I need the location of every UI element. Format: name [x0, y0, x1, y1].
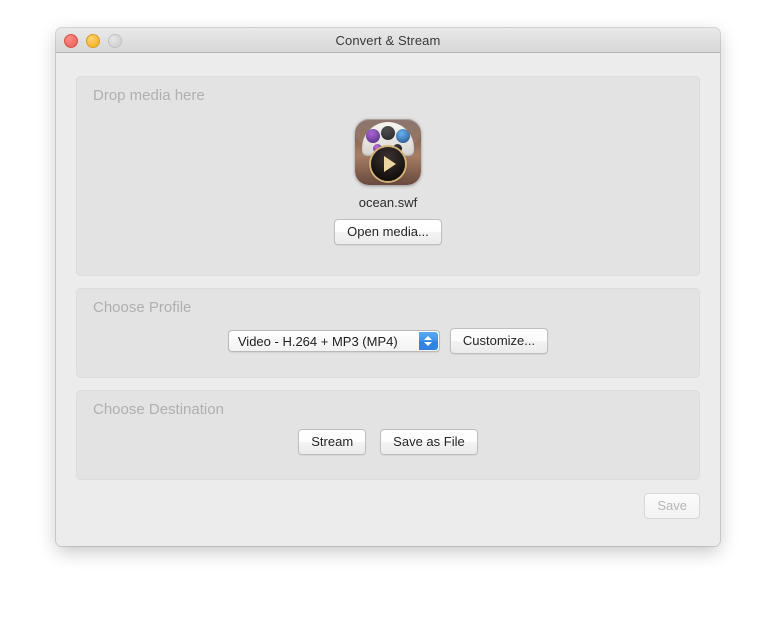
save-button[interactable]: Save	[644, 493, 700, 519]
choose-profile-panel-title: Choose Profile	[93, 299, 192, 316]
open-media-button[interactable]: Open media...	[334, 219, 442, 245]
reel-hole-blue	[396, 129, 410, 143]
chevron-up-down-icon[interactable]	[418, 332, 438, 350]
chevron-down-icon	[424, 342, 433, 346]
reel-hole-purple	[366, 129, 380, 143]
profile-select-value: Video - H.264 + MP3 (MP4)	[237, 333, 398, 349]
chevron-up-icon	[424, 336, 433, 340]
media-file-name: ocean.swf	[358, 195, 418, 210]
destination-row: Stream Save as File	[77, 429, 699, 455]
convert-and-stream-window: Convert & Stream Drop media here ocean.s…	[56, 28, 720, 546]
media-content: ocean.swf Open media...	[77, 119, 699, 245]
open-media-button-wrap: Open media...	[334, 219, 442, 245]
choose-destination-panel: Choose Destination Stream Save as File	[76, 390, 700, 480]
window-title: Convert & Stream	[335, 32, 441, 48]
zoom-window-button	[108, 34, 122, 48]
choose-profile-panel: Choose Profile Video - H.264 + MP3 (MP4)…	[76, 288, 700, 378]
play-button-icon	[371, 147, 405, 181]
window-titlebar: Convert & Stream	[56, 28, 720, 53]
minimize-window-button[interactable]	[86, 34, 100, 48]
save-as-file-button[interactable]: Save as File	[380, 429, 478, 455]
drop-media-panel[interactable]: Drop media here ocean.swf Open media...	[76, 76, 700, 276]
stream-button[interactable]: Stream	[298, 429, 367, 455]
profile-row: Video - H.264 + MP3 (MP4) Customize...	[77, 328, 699, 354]
play-triangle-icon	[383, 156, 396, 172]
choose-destination-panel-title: Choose Destination	[93, 401, 224, 418]
window-footer: Save	[644, 493, 700, 519]
close-window-button[interactable]	[64, 34, 78, 48]
drop-media-panel-title: Drop media here	[93, 87, 205, 104]
window-body: Drop media here ocean.swf Open media... …	[56, 53, 720, 546]
traffic-light-buttons	[64, 34, 122, 48]
customize-button[interactable]: Customize...	[449, 328, 549, 354]
profile-select[interactable]: Video - H.264 + MP3 (MP4)	[227, 330, 440, 352]
reel-hole-dark	[381, 126, 395, 140]
media-file-icon	[355, 119, 421, 185]
